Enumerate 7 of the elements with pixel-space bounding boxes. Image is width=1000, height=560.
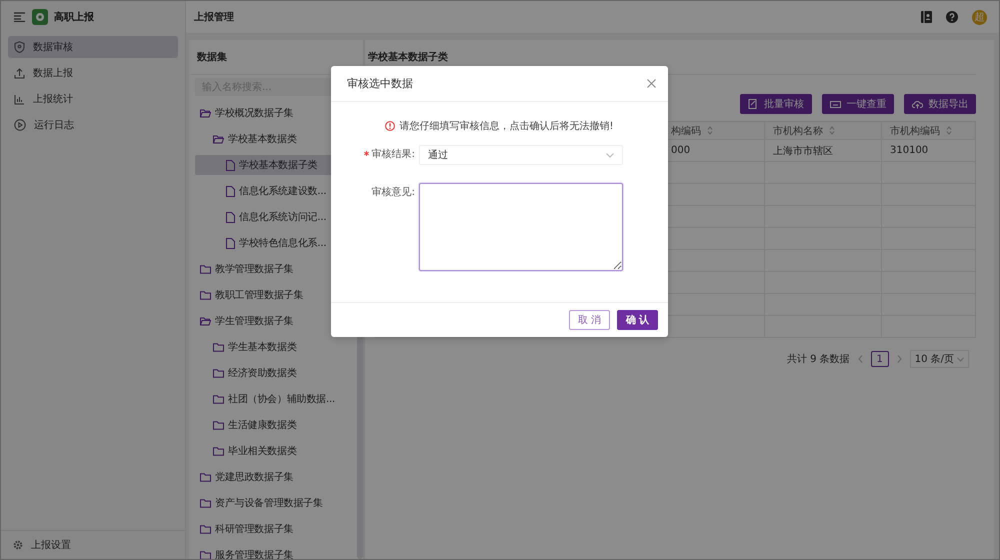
field-label: 审核意见:	[370, 186, 416, 200]
table-cell: 310100	[882, 140, 975, 162]
table-cell: 上海市市辖区	[765, 140, 882, 162]
warning-text: 请您仔细填写审核信息，点击确认后将无法撤销!	[399, 120, 614, 133]
page-title: 上报管理	[194, 10, 235, 24]
total-count: 共计 9 条数据	[786, 352, 850, 366]
app-title: 高职上报	[54, 10, 94, 24]
